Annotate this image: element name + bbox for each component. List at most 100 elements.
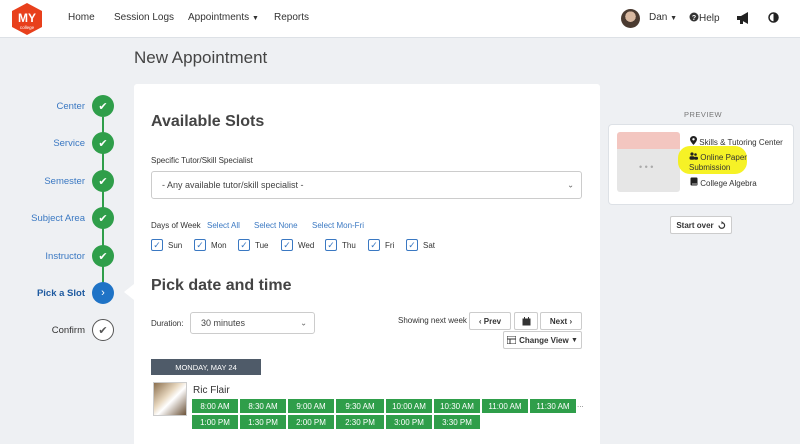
users-icon: [689, 152, 698, 160]
checkmark-icon: ✓: [325, 239, 337, 251]
time-slot-button[interactable]: 8:30 AM: [240, 399, 286, 413]
tutor-name: Ric Flair: [193, 385, 230, 396]
time-slot-button[interactable]: 2:30 PM: [336, 415, 384, 429]
step-instructor-check-icon[interactable]: ✔: [92, 245, 114, 267]
step-center-label[interactable]: Center: [5, 101, 85, 112]
book-icon: [690, 177, 698, 186]
caret-down-icon: ▼: [251, 15, 259, 22]
checkmark-icon: ✓: [238, 239, 250, 251]
time-slot-button[interactable]: 2:00 PM: [288, 415, 334, 429]
calendar-button[interactable]: [514, 312, 538, 330]
duration-select[interactable]: 30 minutes ⌄: [190, 312, 315, 334]
duration-label: Duration:: [151, 319, 184, 328]
tutor-photo: [153, 382, 187, 416]
day-checkbox-sat[interactable]: ✓ Sat: [406, 239, 435, 251]
time-slot-button[interactable]: 11:00 AM: [482, 399, 528, 413]
time-slot-button[interactable]: 10:30 AM: [434, 399, 480, 413]
day-label: Sat: [423, 240, 436, 250]
step-confirm-check-icon: ✔: [92, 319, 114, 341]
day-checkbox-wed[interactable]: ✓ Wed: [281, 239, 314, 251]
step-service-label[interactable]: Service: [5, 138, 85, 149]
user-menu[interactable]: Dan ▼: [649, 12, 677, 23]
day-checkbox-thu[interactable]: ✓ Thu: [325, 239, 356, 251]
help-icon: ?: [689, 12, 699, 22]
user-name: Dan: [649, 12, 668, 23]
contrast-icon[interactable]: [768, 12, 779, 23]
time-slot-button[interactable]: 3:30 PM: [434, 415, 480, 429]
time-slot-button[interactable]: 3:00 PM: [386, 415, 432, 429]
preview-subject: College Algebra: [690, 177, 757, 188]
megaphone-icon[interactable]: [736, 11, 751, 25]
preview-center: Skills & Tutoring Center: [690, 136, 783, 147]
map-pin-icon: [690, 136, 697, 145]
day-label: Tue: [255, 240, 269, 250]
checkmark-icon: ✓: [194, 239, 206, 251]
svg-text:MY: MY: [18, 11, 36, 25]
help-link[interactable]: ? Help: [689, 12, 720, 24]
day-checkbox-mon[interactable]: ✓ Mon: [194, 239, 227, 251]
step-pick-slot-label: Pick a Slot: [36, 288, 85, 299]
calendar-icon: [522, 316, 530, 325]
date-header: MONDAY, MAY 24: [151, 359, 261, 375]
step-center-check-icon[interactable]: ✔: [92, 95, 114, 117]
stepper-pointer: [124, 284, 134, 300]
time-slot-button[interactable]: 8:00 AM: [192, 399, 238, 413]
step-semester-label[interactable]: Semester: [5, 176, 85, 187]
step-subject-area-check-icon[interactable]: ✔: [92, 207, 114, 229]
time-slot-button[interactable]: 1:30 PM: [240, 415, 286, 429]
college-logo[interactable]: MY college: [10, 2, 44, 36]
day-label: Wed: [298, 240, 315, 250]
page-title: New Appointment: [134, 48, 268, 67]
user-avatar[interactable]: [621, 9, 640, 28]
select-all-link[interactable]: Select All: [207, 221, 240, 230]
chevron-right-icon: ›: [567, 316, 573, 326]
nav-session-logs[interactable]: Session Logs: [114, 12, 174, 23]
step-instructor-label[interactable]: Instructor: [5, 251, 85, 262]
nav-appointments-label: Appointments: [188, 12, 250, 23]
pick-date-time-title: Pick date and time: [151, 277, 292, 294]
list-view-icon: [507, 336, 517, 344]
preview-thumbnail: • • •: [617, 132, 680, 192]
nav-appointments[interactable]: Appointments ▼: [188, 12, 259, 23]
duration-select-value: 30 minutes: [201, 318, 246, 328]
next-week-button[interactable]: Next ›: [540, 312, 582, 330]
day-checkbox-fri[interactable]: ✓ Fri: [368, 239, 394, 251]
day-label: Mon: [211, 240, 227, 250]
step-pick-slot-chevron-icon: ›: [92, 282, 114, 304]
day-checkbox-sun[interactable]: ✓ Sun: [151, 239, 182, 251]
select-mon-fri-link[interactable]: Select Mon-Fri: [312, 221, 364, 230]
time-slot-button[interactable]: 1:00 PM: [192, 415, 238, 429]
help-label: Help: [699, 13, 720, 24]
preview-center-text: Skills & Tutoring Center: [699, 138, 783, 147]
time-slot-button[interactable]: 9:00 AM: [288, 399, 334, 413]
change-view-button[interactable]: Change View ▼: [503, 331, 582, 349]
prev-week-button[interactable]: ‹ Prev: [469, 312, 511, 330]
step-subject-area-label[interactable]: Subject Area: [5, 213, 85, 224]
svg-text:college: college: [20, 25, 35, 30]
tutor-field-label: Specific Tutor/Skill Specialist: [151, 156, 253, 165]
time-slot-button[interactable]: 10:00 AM: [386, 399, 432, 413]
step-confirm-label: Confirm: [51, 325, 85, 336]
caret-down-icon: ▼: [570, 336, 578, 344]
available-slots-title: Available Slots: [151, 113, 265, 130]
tutor-select[interactable]: - Any available tutor/skill specialist -…: [151, 171, 582, 199]
day-label: Fri: [385, 240, 395, 250]
checkmark-icon: ✓: [368, 239, 380, 251]
nav-home[interactable]: Home: [68, 12, 95, 23]
preview-label: PREVIEW: [684, 110, 723, 119]
tutor-select-value: - Any available tutor/skill specialist -: [162, 180, 304, 190]
step-semester-check-icon[interactable]: ✔: [92, 170, 114, 192]
top-navbar: MY college Home Session Logs Appointment…: [0, 0, 800, 38]
chevron-down-icon: ⌄: [567, 180, 574, 190]
nav-reports[interactable]: Reports: [274, 12, 309, 23]
day-checkbox-tue[interactable]: ✓ Tue: [238, 239, 269, 251]
select-none-link[interactable]: Select None: [254, 221, 298, 230]
ellipsis-icon: • • •: [639, 162, 654, 172]
time-slot-button[interactable]: 9:30 AM: [336, 399, 384, 413]
time-slot-button[interactable]: 11:30 AM: [530, 399, 576, 413]
svg-text:?: ?: [692, 15, 696, 22]
step-service-check-icon[interactable]: ✔: [92, 132, 114, 154]
days-of-week-label: Days of Week: [151, 221, 201, 230]
preview-service-text: Online Paper Submission: [689, 153, 747, 172]
start-over-button[interactable]: Start over: [670, 216, 732, 234]
